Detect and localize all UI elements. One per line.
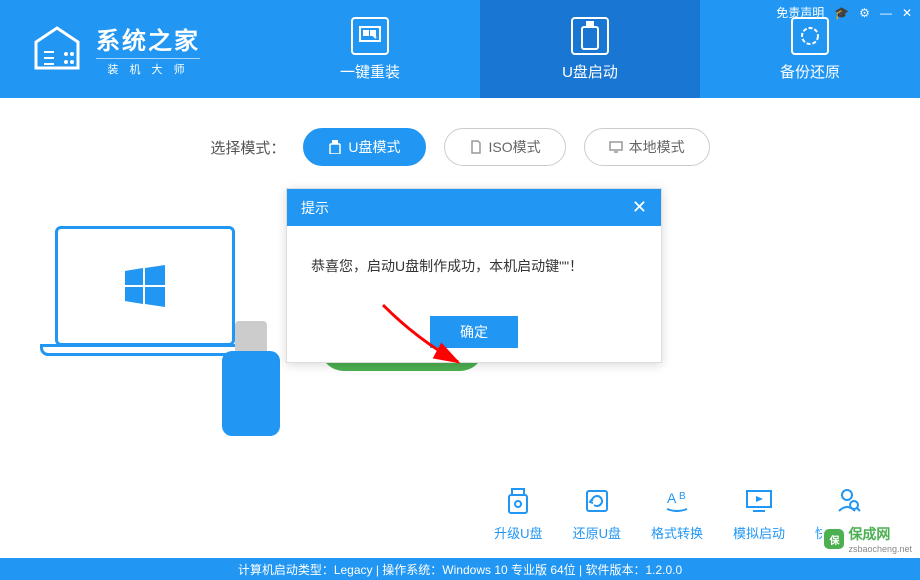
house-logo-icon: [30, 22, 84, 76]
usb-up-icon: [502, 485, 534, 517]
monitor-play-icon: [743, 485, 775, 517]
usb-drive-illustration: [222, 321, 280, 436]
gear-icon[interactable]: ⚙: [859, 6, 870, 20]
mode-selector: 选择模式： U盘模式 ISO模式 本地模式: [40, 128, 880, 166]
person-search-icon: [831, 485, 863, 517]
tab-usb-boot[interactable]: U盘启动: [480, 0, 700, 98]
restore-icon: [791, 17, 829, 55]
tab-label: U盘启动: [562, 61, 618, 82]
usb-small-icon: [328, 140, 342, 154]
file-icon: [469, 140, 483, 154]
success-dialog: 提示 ✕ 恭喜您，启动U盘制作成功，本机启动键""！ 确定: [286, 188, 662, 363]
watermark-badge: 保: [824, 529, 844, 549]
tab-label: 备份还原: [780, 61, 840, 82]
tool-upgrade-usb[interactable]: 升级U盘: [494, 485, 542, 542]
tool-restore-usb[interactable]: 还原U盘: [573, 485, 621, 542]
usb-restore-icon: [581, 485, 613, 517]
logo: 系统之家 装 机 大 师: [0, 0, 260, 98]
tool-format-convert[interactable]: AB 格式转换: [651, 485, 703, 542]
tool-simulate-boot[interactable]: 模拟启动: [733, 485, 785, 542]
tab-label: 一键重装: [340, 61, 400, 82]
monitor-small-icon: [609, 140, 623, 154]
statusbar: 计算机启动类型：Legacy | 操作系统：Windows 10 专业版 64位…: [0, 558, 920, 580]
logo-subtitle: 装 机 大 师: [96, 58, 200, 77]
mode-iso-button[interactable]: ISO模式: [444, 128, 566, 166]
minimize-icon[interactable]: —: [880, 6, 892, 20]
usb-icon: [571, 17, 609, 55]
tab-reinstall[interactable]: 一键重装: [260, 0, 480, 98]
convert-icon: AB: [661, 485, 693, 517]
graduation-icon[interactable]: 🎓: [834, 6, 849, 20]
windows-logo-icon: [120, 261, 170, 311]
illustration: [40, 206, 290, 416]
svg-text:B: B: [679, 491, 686, 502]
dialog-ok-button[interactable]: 确定: [430, 316, 518, 348]
monitor-icon: [351, 17, 389, 55]
logo-title: 系统之家: [96, 21, 200, 56]
close-icon[interactable]: ✕: [902, 6, 912, 20]
svg-text:A: A: [667, 490, 677, 506]
watermark: 保 保成网 zsbaocheng.net: [822, 523, 914, 555]
dialog-title: 提示: [301, 198, 329, 218]
dialog-message: 恭喜您，启动U盘制作成功，本机启动键""！: [287, 226, 661, 316]
mode-label: 选择模式：: [210, 137, 285, 158]
dialog-close-icon[interactable]: ✕: [632, 197, 647, 218]
mode-local-button[interactable]: 本地模式: [584, 128, 710, 166]
disclaimer-link[interactable]: 免责声明: [776, 4, 824, 21]
mode-usb-button[interactable]: U盘模式: [303, 128, 425, 166]
